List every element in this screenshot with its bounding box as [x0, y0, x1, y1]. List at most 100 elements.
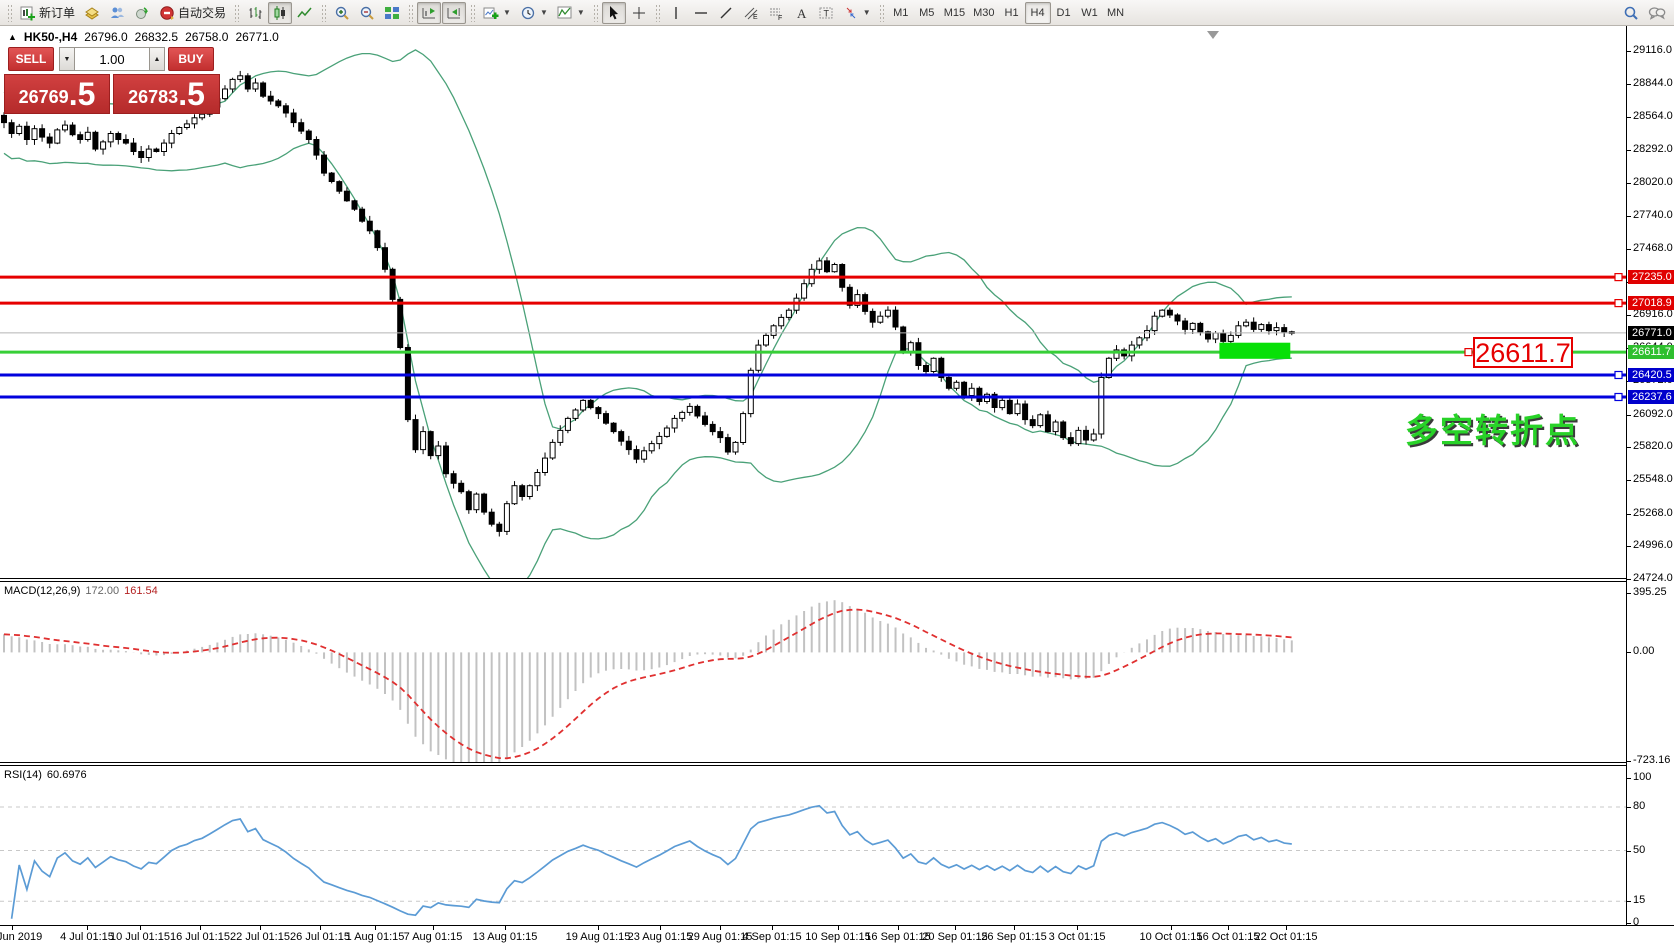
price-tick-label: 26092.0	[1633, 408, 1673, 420]
rsi-pane-canvas[interactable]	[0, 766, 1626, 925]
crosshair-button[interactable]	[627, 2, 651, 24]
ohlc-header: ▲ HK50-,H4 26796.0 26832.5 26758.0 26771…	[8, 30, 279, 44]
vertical-line-button[interactable]	[664, 2, 688, 24]
text-label-button[interactable]: T	[814, 2, 838, 24]
rsi-tick-label: 50	[1633, 844, 1645, 856]
high-value: 26832.5	[135, 30, 178, 44]
time-axis-tick	[1171, 926, 1172, 930]
trendline-button[interactable]	[714, 2, 738, 24]
time-axis-tick	[1077, 926, 1078, 930]
cursor-button[interactable]	[602, 2, 626, 24]
timeframe-button-mn[interactable]: MN	[1103, 2, 1129, 24]
price-pane-canvas[interactable]	[0, 26, 1626, 578]
price-tick-label: 28844.0	[1633, 77, 1673, 89]
rsi-tick-label: 80	[1633, 800, 1645, 812]
timeframe-button-h1[interactable]: H1	[999, 2, 1025, 24]
search-button[interactable]	[1619, 2, 1643, 24]
toolbar-grip[interactable]	[470, 4, 475, 22]
rsi-pane[interactable]: RSI(14)60.6976	[0, 766, 1626, 925]
buy-price-display[interactable]: 26783 .5	[113, 74, 220, 114]
toolbar-grip[interactable]	[655, 4, 660, 22]
macd-axis-tick	[1627, 761, 1631, 762]
chart-shift-button[interactable]	[442, 2, 466, 24]
new-order-button[interactable]: 新订单	[16, 2, 79, 24]
collapse-trade-panel-icon[interactable]: ▲	[8, 32, 17, 42]
candlestick-chart-icon	[272, 5, 288, 21]
time-axis-tick	[660, 926, 661, 930]
macd-pane[interactable]: MACD(12,26,9)172.00161.54	[0, 582, 1626, 762]
time-tick-label: 3 Oct 01:15	[1049, 931, 1106, 943]
timeframe-button-m5[interactable]: M5	[914, 2, 940, 24]
buy-button[interactable]: BUY	[168, 47, 214, 71]
toolbar-grip[interactable]	[7, 4, 12, 22]
auto-scroll-button[interactable]	[417, 2, 441, 24]
svg-text:T: T	[823, 8, 829, 18]
price-axis[interactable]: 29116.028844.028564.028292.028020.027740…	[1626, 26, 1674, 925]
time-tick-label: 10 Sep 01:15	[805, 931, 870, 943]
rsi-name: RSI(14)	[4, 769, 42, 781]
profiles-button[interactable]	[80, 2, 104, 24]
price-tick-label: 25268.0	[1633, 507, 1673, 519]
horizontal-line-button[interactable]	[689, 2, 713, 24]
time-axis-tick	[87, 926, 88, 930]
toolbar-grip[interactable]	[234, 4, 239, 22]
macd-pane-canvas[interactable]	[0, 582, 1626, 762]
zoom-out-button[interactable]	[355, 2, 379, 24]
macd-axis-tick	[1627, 652, 1631, 653]
timeframe-button-m30[interactable]: M30	[969, 2, 998, 24]
time-axis-tick	[140, 926, 141, 930]
new-order-icon	[20, 5, 36, 21]
auto-trading-button[interactable]: 自动交易	[155, 2, 230, 24]
volume-increase-button[interactable]: ▲	[149, 47, 165, 71]
new-chart-button[interactable]: ▼	[479, 2, 515, 24]
bar-chart-button[interactable]	[243, 2, 267, 24]
text-button[interactable]: A	[789, 2, 813, 24]
price-tick-label: 28292.0	[1633, 143, 1673, 155]
timeframe-button-m1[interactable]: M1	[888, 2, 914, 24]
toolbar-grip[interactable]	[879, 4, 884, 22]
time-tick-label: 26 Jul 01:15	[290, 931, 350, 943]
price-pane[interactable]: 26611.7 多空转折点	[0, 26, 1626, 578]
fibonacci-button[interactable]: F	[764, 2, 788, 24]
chat-button[interactable]	[1644, 2, 1670, 24]
tile-windows-button[interactable]	[380, 2, 404, 24]
period-button[interactable]: ▼	[516, 2, 552, 24]
dropdown-arrow-icon: ▼	[503, 8, 511, 17]
channel-button[interactable]: E	[739, 2, 763, 24]
signals-button[interactable]	[130, 2, 154, 24]
arrows-button[interactable]: ▼	[839, 2, 875, 24]
price-axis-tick	[1627, 480, 1631, 481]
community-button[interactable]	[105, 2, 129, 24]
zoom-in-button[interactable]	[330, 2, 354, 24]
line-chart-button[interactable]	[293, 2, 317, 24]
timeframe-button-m15[interactable]: M15	[940, 2, 969, 24]
chinese-note-text[interactable]: 多空转折点	[1405, 404, 1580, 452]
volume-decrease-button[interactable]: ▼	[59, 47, 75, 71]
time-axis[interactable]: 27 Jun 20194 Jul 01:1510 Jul 01:1516 Jul…	[0, 925, 1674, 947]
price-annotation-box[interactable]: 26611.7	[1473, 337, 1573, 368]
toolbar-grip[interactable]	[408, 4, 413, 22]
price-tick-label: 25548.0	[1633, 473, 1673, 485]
timeframe-button-h4[interactable]: H4	[1025, 2, 1051, 24]
time-tick-label: 20 Sep 01:15	[922, 931, 987, 943]
time-axis-tick	[433, 926, 434, 930]
toolbar-grip[interactable]	[593, 4, 598, 22]
price-tick-label: 25820.0	[1633, 440, 1673, 452]
macd-tick-label: 395.25	[1633, 586, 1667, 598]
timeframe-button-d1[interactable]: D1	[1051, 2, 1077, 24]
indicators-button[interactable]: ▼	[553, 2, 589, 24]
sell-price-display[interactable]: 26769 .5	[4, 74, 110, 114]
macd-tick-label: -723.16	[1633, 754, 1670, 766]
toolbar-grip[interactable]	[321, 4, 326, 22]
auto-trading-icon	[159, 5, 175, 21]
volume-input[interactable]	[75, 47, 149, 71]
indicators-icon	[557, 5, 573, 21]
new-chart-icon	[483, 5, 499, 21]
time-axis-tick	[772, 926, 773, 930]
buy-price-main: 26783	[128, 84, 178, 110]
time-tick-label: 7 Aug 01:15	[404, 931, 463, 943]
candlestick-chart-button[interactable]	[268, 2, 292, 24]
sell-button[interactable]: SELL	[8, 47, 54, 71]
timeframe-button-w1[interactable]: W1	[1077, 2, 1103, 24]
rsi-tick-label: 0	[1633, 916, 1639, 928]
